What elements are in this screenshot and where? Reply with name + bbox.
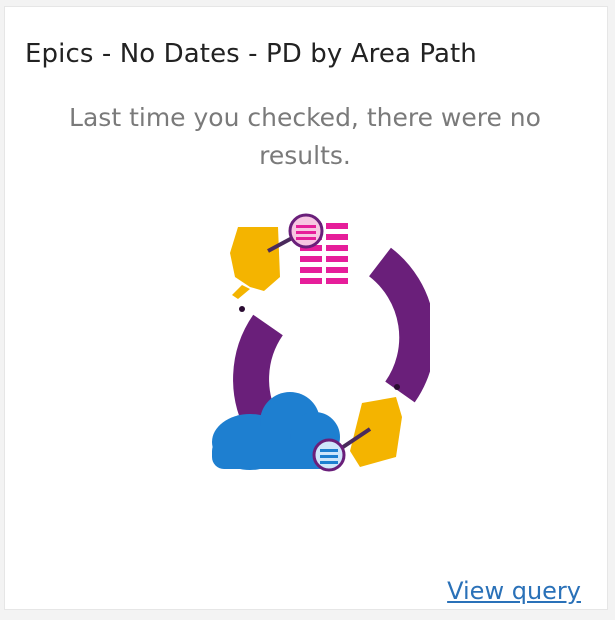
no-results-illustration-icon	[212, 213, 430, 472]
view-query-link[interactable]: View query	[447, 577, 581, 605]
widget-title: Epics - No Dates - PD by Area Path	[25, 39, 477, 69]
dashboard-background: Epics - No Dates - PD by Area Path Last …	[0, 0, 615, 620]
no-results-message: Last time you checked, there were no res…	[69, 103, 541, 170]
query-widget-card: Epics - No Dates - PD by Area Path Last …	[4, 6, 608, 610]
